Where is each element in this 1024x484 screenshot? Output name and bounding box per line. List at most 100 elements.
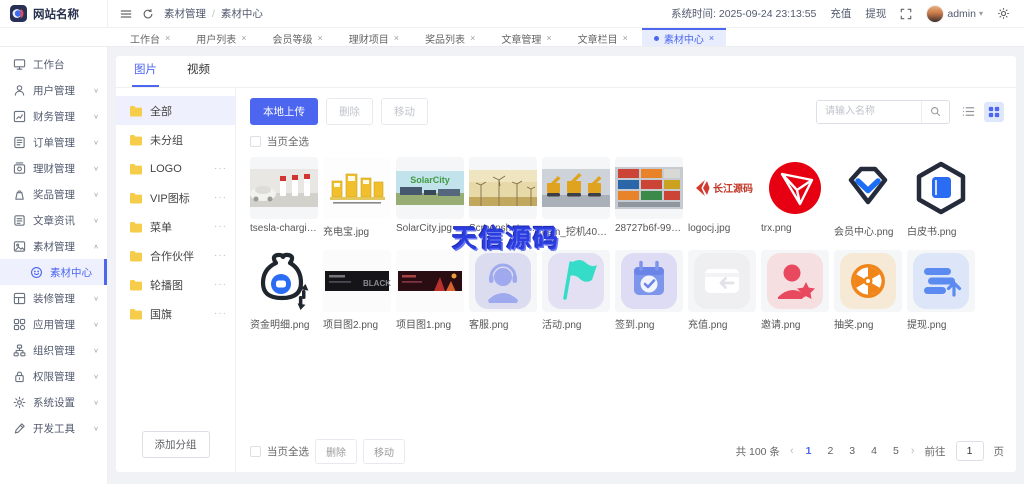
withdraw-bars-icon[interactable] bbox=[907, 250, 975, 312]
folder-item[interactable]: VIP图标··· bbox=[116, 183, 235, 212]
move-button[interactable]: 移动 bbox=[381, 98, 428, 125]
sidebar-item[interactable]: 素材管理∧ bbox=[0, 233, 107, 259]
material-card[interactable]: BLACK项目图2.png bbox=[323, 250, 391, 331]
footer-delete-button[interactable]: 删除 bbox=[315, 439, 357, 464]
activity-flag-icon[interactable] bbox=[542, 250, 610, 312]
material-card[interactable]: 长江源码logocj.jpg bbox=[688, 157, 756, 238]
close-tab-icon[interactable]: × bbox=[709, 33, 714, 43]
sidebar-item[interactable]: 理财管理∨ bbox=[0, 155, 107, 181]
add-group-button[interactable]: 添加分组 bbox=[142, 431, 210, 458]
page-number[interactable]: 2 bbox=[825, 445, 835, 457]
folder-more-icon[interactable]: ··· bbox=[214, 308, 227, 319]
sidebar-item[interactable]: 奖品管理∨ bbox=[0, 181, 107, 207]
sidebar-item[interactable]: 权限管理∨ bbox=[0, 363, 107, 389]
tron-logo[interactable] bbox=[761, 157, 829, 219]
customer-service-icon[interactable] bbox=[469, 250, 537, 312]
search-input[interactable] bbox=[817, 101, 921, 123]
excavators-photo[interactable] bbox=[542, 157, 610, 219]
footer-select-all-checkbox[interactable] bbox=[250, 446, 261, 457]
close-tab-icon[interactable]: × bbox=[394, 33, 399, 43]
page-tab[interactable]: 奖品列表× bbox=[413, 28, 487, 46]
page-tab[interactable]: 素材中心× bbox=[642, 28, 726, 46]
close-tab-icon[interactable]: × bbox=[470, 33, 475, 43]
sidebar-item[interactable]: 装修管理∨ bbox=[0, 285, 107, 311]
media-tab[interactable]: 图片 bbox=[132, 61, 159, 87]
material-card[interactable]: 抽奖.png bbox=[834, 250, 902, 331]
containers-photo[interactable] bbox=[615, 157, 683, 219]
sidebar-item[interactable]: 财务管理∨ bbox=[0, 103, 107, 129]
dark-banner[interactable]: BLACK bbox=[323, 250, 391, 312]
breadcrumb-item[interactable]: 素材管理 bbox=[164, 6, 206, 21]
folder-more-icon[interactable]: ··· bbox=[214, 250, 227, 261]
page-number[interactable]: 3 bbox=[847, 445, 857, 457]
page-number[interactable]: 5 bbox=[891, 445, 901, 457]
material-card[interactable]: Screenshot_1.png bbox=[469, 157, 537, 238]
material-card[interactable]: tsesla-charging-... bbox=[250, 157, 318, 238]
sidebar-item[interactable]: 文章资讯∨ bbox=[0, 207, 107, 233]
recharge-link[interactable]: 充值 bbox=[830, 6, 851, 21]
wind-turbines-photo[interactable] bbox=[469, 157, 537, 219]
sidebar-item[interactable]: 组织管理∨ bbox=[0, 337, 107, 363]
select-all-checkbox[interactable] bbox=[250, 136, 261, 147]
folder-item[interactable]: LOGO··· bbox=[116, 154, 235, 183]
refresh-icon[interactable] bbox=[142, 8, 154, 20]
folder-item[interactable]: 合作伙伴··· bbox=[116, 241, 235, 270]
recharge-wallet-icon[interactable] bbox=[688, 250, 756, 312]
page-number[interactable]: 4 bbox=[869, 445, 879, 457]
solarcity-photo[interactable]: SolarCity bbox=[396, 157, 464, 219]
fullscreen-icon[interactable] bbox=[900, 8, 912, 20]
page-number[interactable]: 1 bbox=[804, 445, 814, 457]
logo[interactable]: 网站名称 bbox=[0, 0, 108, 27]
material-card[interactable]: 会员中心.png bbox=[834, 157, 902, 238]
red-banner[interactable] bbox=[396, 250, 464, 312]
material-card[interactable]: 签到.png bbox=[615, 250, 683, 331]
user-menu[interactable]: admin ▾ bbox=[926, 5, 983, 23]
close-tab-icon[interactable]: × bbox=[165, 33, 170, 43]
material-card[interactable]: SolarCitySolarCity.jpg bbox=[396, 157, 464, 238]
material-card[interactable]: 充电宝.jpg bbox=[323, 157, 391, 238]
footer-move-button[interactable]: 移动 bbox=[363, 439, 405, 464]
sidebar-item[interactable]: 用户管理∨ bbox=[0, 77, 107, 103]
folder-item[interactable]: 轮播图··· bbox=[116, 270, 235, 299]
close-tab-icon[interactable]: × bbox=[241, 33, 246, 43]
sidebar-item[interactable]: 工作台 bbox=[0, 51, 107, 77]
material-card[interactable]: 充值.png bbox=[688, 250, 756, 331]
folder-item[interactable]: 未分组 bbox=[116, 125, 235, 154]
sidebar-item[interactable]: 开发工具∨ bbox=[0, 415, 107, 441]
next-page-icon[interactable]: › bbox=[911, 445, 915, 457]
material-card[interactable]: 客服.png bbox=[469, 250, 537, 331]
member-diamond-icon[interactable] bbox=[834, 157, 902, 219]
prev-page-icon[interactable]: ‹ bbox=[790, 445, 794, 457]
material-card[interactable]: 邀请.png bbox=[761, 250, 829, 331]
page-tab[interactable]: 文章栏目× bbox=[566, 28, 640, 46]
gear-icon[interactable] bbox=[997, 7, 1010, 20]
media-tab[interactable]: 视频 bbox=[185, 61, 212, 87]
page-tab[interactable]: 工作台× bbox=[118, 28, 182, 46]
folder-more-icon[interactable]: ··· bbox=[214, 163, 227, 174]
material-card[interactable]: csm_挖机40年_... bbox=[542, 157, 610, 238]
page-tab[interactable]: 理财项目× bbox=[337, 28, 411, 46]
material-card[interactable]: 活动.png bbox=[542, 250, 610, 331]
withdraw-link[interactable]: 提现 bbox=[865, 6, 886, 21]
collapse-menu-icon[interactable] bbox=[120, 8, 132, 20]
material-card[interactable]: trx.png bbox=[761, 157, 829, 238]
invite-user-icon[interactable] bbox=[761, 250, 829, 312]
sidebar-item[interactable]: 应用管理∨ bbox=[0, 311, 107, 337]
sidebar-item[interactable]: 系统设置∨ bbox=[0, 389, 107, 415]
folder-item[interactable]: 全部 bbox=[116, 96, 235, 125]
folder-more-icon[interactable]: ··· bbox=[214, 192, 227, 203]
checkin-calendar-icon[interactable] bbox=[615, 250, 683, 312]
grid-view-icon[interactable] bbox=[984, 102, 1004, 122]
folder-item[interactable]: 菜单··· bbox=[116, 212, 235, 241]
close-tab-icon[interactable]: × bbox=[546, 33, 551, 43]
material-card[interactable]: 项目图1.png bbox=[396, 250, 464, 331]
search-icon[interactable] bbox=[921, 101, 949, 123]
material-card[interactable]: 白皮书.png bbox=[907, 157, 975, 238]
folder-more-icon[interactable]: ··· bbox=[214, 221, 227, 232]
folder-more-icon[interactable]: ··· bbox=[214, 279, 227, 290]
page-tab[interactable]: 文章管理× bbox=[489, 28, 563, 46]
changjiang-logo[interactable]: 长江源码 bbox=[688, 157, 756, 219]
material-card[interactable]: 资金明细.png bbox=[250, 250, 318, 331]
goto-page-input[interactable] bbox=[956, 441, 984, 461]
money-bag-icon[interactable] bbox=[250, 250, 318, 312]
